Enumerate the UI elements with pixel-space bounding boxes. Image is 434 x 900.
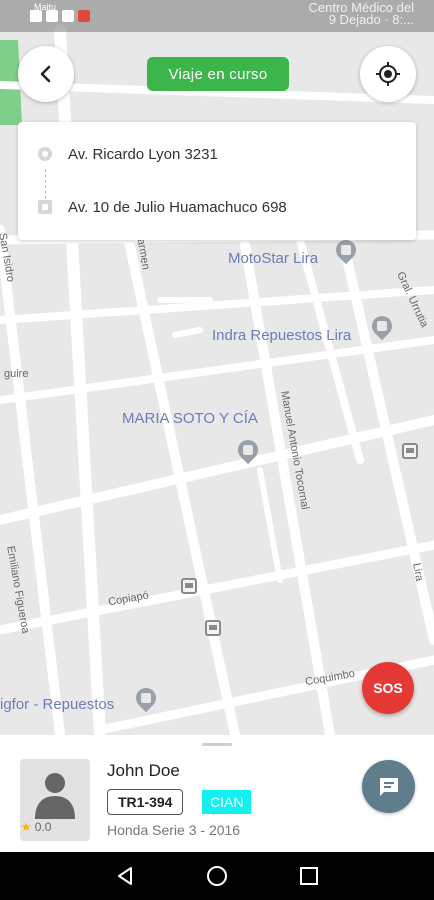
- driver-rating: ★ 0.0: [18, 820, 54, 834]
- poi-label[interactable]: igfor - Repuestos: [0, 696, 114, 713]
- person-icon: [35, 773, 75, 819]
- rating-value: 0.0: [34, 820, 52, 834]
- my-location-icon: [376, 62, 400, 86]
- signal-icon: [30, 10, 42, 22]
- system-nav-bar: [0, 852, 434, 900]
- bus-stop-icon[interactable]: [181, 578, 197, 594]
- poi-label[interactable]: Indra Repuestos Lira: [212, 327, 351, 344]
- status-icons: [30, 10, 90, 22]
- destination-marker-icon: [38, 200, 52, 214]
- arrow-back-icon: [40, 65, 51, 83]
- map-view[interactable]: San Isidro Carmen Gral. Urrutia guire Ma…: [0, 0, 434, 735]
- driver-sheet: ★ 0.0 John Doe TR1-394 CIAN Honda Serie …: [0, 735, 434, 852]
- nav-back-icon[interactable]: [113, 864, 137, 888]
- status-right-text: 9 Dejado · 8:...: [328, 12, 414, 27]
- route-card: Av. Ricardo Lyon 3231 Av. 10 de Julio Hu…: [18, 122, 416, 240]
- poi-label[interactable]: MARIA SOTO Y CÍA: [122, 410, 258, 427]
- my-location-button[interactable]: [360, 46, 416, 102]
- vehicle-color-tag: CIAN: [202, 790, 252, 814]
- poi-label[interactable]: MotoStar Lira: [228, 250, 318, 267]
- bus-stop-icon[interactable]: [205, 620, 221, 636]
- sos-button[interactable]: SOS: [362, 662, 414, 714]
- origin-row[interactable]: Av. Ricardo Lyon 3231: [18, 139, 416, 169]
- status-bar: Maitu Centro Médico del 9 Dejado · 8:...: [0, 0, 434, 32]
- street-label: guire: [4, 368, 29, 380]
- bus-stop-icon[interactable]: [402, 443, 418, 459]
- origin-marker-icon: [38, 147, 52, 161]
- vehicle-model: Honda Serie 3 - 2016: [107, 822, 241, 838]
- license-plate: TR1-394: [107, 789, 184, 815]
- notification-icon: [62, 10, 74, 22]
- sheet-drag-handle[interactable]: [202, 743, 232, 746]
- star-icon: ★: [20, 820, 32, 834]
- driver-name: John Doe: [107, 761, 180, 780]
- trip-status-badge: Viaje en curso: [147, 57, 289, 91]
- destination-address: Av. 10 de Julio Huamachuco 698: [68, 198, 287, 216]
- chat-button[interactable]: [362, 760, 415, 813]
- destination-row[interactable]: Av. 10 de Julio Huamachuco 698: [18, 192, 416, 222]
- nav-home-icon[interactable]: [205, 864, 229, 888]
- back-button[interactable]: [18, 46, 74, 102]
- wifi-icon: [46, 10, 58, 22]
- app-notification-icon: [78, 10, 90, 22]
- origin-address: Av. Ricardo Lyon 3231: [68, 145, 218, 163]
- chat-icon: [379, 777, 398, 796]
- nav-recents-icon[interactable]: [297, 864, 321, 888]
